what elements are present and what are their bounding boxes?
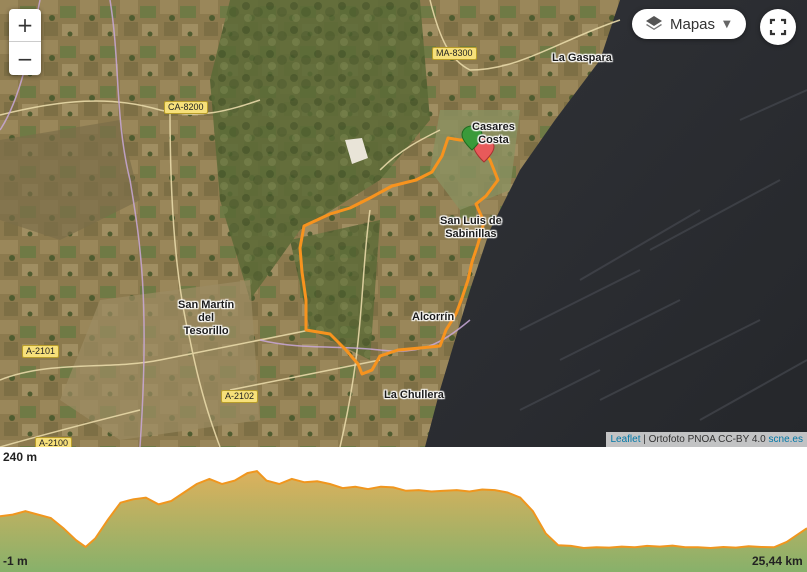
attribution-separator: | [640,434,649,445]
layers-icon [644,14,664,34]
layer-selector-label: Mapas [670,15,716,33]
zoom-control: + − [9,9,41,75]
place-san-martin-del-tesorillo: San Martín del Tesorillo [178,299,235,337]
map-view[interactable]: MA-8300 CA-8200 A-2101 A-2102 A-2100 La … [0,0,807,447]
distance-label: 25,44 km [752,554,803,568]
elevation-profile[interactable]: 240 m -1 m 25,44 km [0,447,807,572]
place-casares-costa: Casares Costa [472,121,515,146]
road-label-ca8200: CA-8200 [164,101,208,114]
road-label-a2100: A-2100 [35,437,73,447]
place-san-luis-de-sabinillas: San Luis de Sabinillas [440,215,502,240]
road-label-a2101: A-2101 [22,345,60,358]
place-alcorrin: Alcorrín [412,311,455,323]
fullscreen-icon [769,18,787,36]
chevron-down-icon: ▼ [723,18,731,30]
road-label-a2102: A-2102 [221,390,259,403]
map-attribution: Leaflet | Ortofoto PNOA CC-BY 4.0 scne.e… [606,432,807,447]
elevation-min-label: -1 m [3,554,28,568]
satellite-imagery [0,0,807,447]
scne-link[interactable]: scne.es [769,434,803,445]
road-label-ma8300: MA-8300 [432,47,477,60]
zoom-out-button[interactable]: − [9,41,41,75]
place-la-chullera: La Chullera [384,389,444,401]
zoom-in-button[interactable]: + [9,9,41,41]
leaflet-link[interactable]: Leaflet [610,434,640,445]
place-la-gaspara: La Gaspara [552,52,612,64]
fullscreen-button[interactable] [760,9,796,45]
layer-selector[interactable]: Mapas ▼ [632,9,746,39]
attribution-text: Ortofoto PNOA CC-BY 4.0 [648,434,769,445]
elevation-area [0,471,807,572]
elevation-chart [0,470,807,572]
elevation-max-label: 240 m [3,450,38,464]
